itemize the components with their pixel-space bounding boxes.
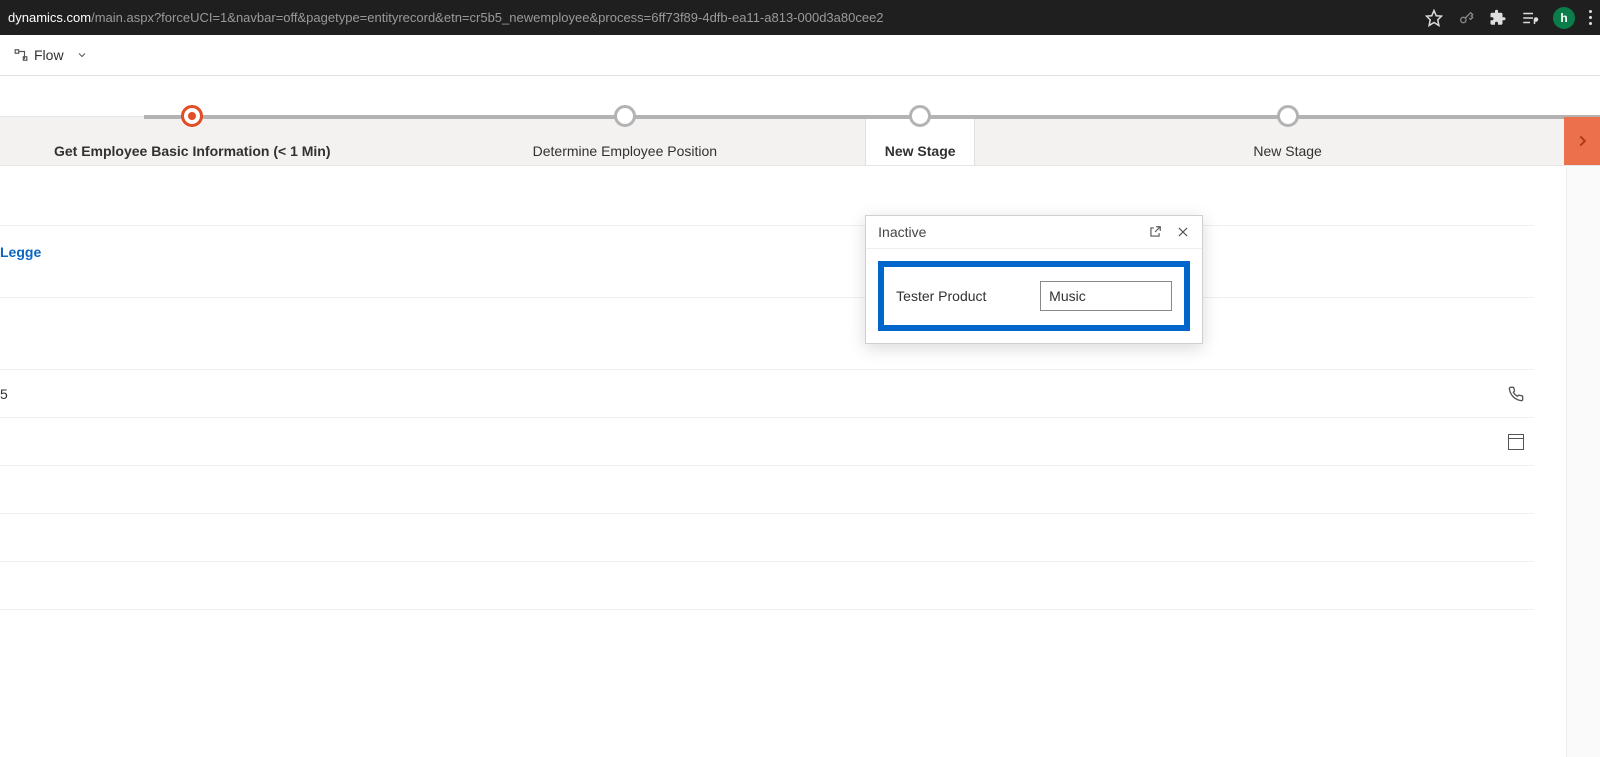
stage-circle-icon (1277, 105, 1299, 127)
flyout-status-label: Inactive (878, 224, 926, 240)
browser-url[interactable]: dynamics.com/main.aspx?forceUCI=1&navbar… (8, 10, 1405, 25)
stage-connector (1288, 115, 1600, 119)
form-row[interactable] (0, 562, 1534, 610)
stage-label: New Stage (1253, 143, 1321, 159)
record-form: Legge 5 (0, 166, 1600, 706)
form-row-link[interactable]: Legge (0, 226, 1534, 298)
stage-label: Determine Employee Position (533, 143, 717, 159)
stage-bar: Get Employee Basic Information (< 1 Min)… (0, 116, 1600, 166)
form-row[interactable] (0, 610, 1534, 706)
phone-icon[interactable] (1508, 386, 1524, 402)
browser-menu-kebab-icon[interactable] (1589, 10, 1592, 25)
stage-label: Get Employee Basic Information (< 1 Min) (54, 143, 331, 159)
stage-flyout: Inactive Tester Product (865, 215, 1203, 344)
owner-link[interactable]: Legge (0, 244, 41, 260)
flow-menu-button[interactable]: Flow (6, 43, 96, 67)
extensions-puzzle-icon[interactable] (1489, 9, 1507, 27)
close-icon[interactable] (1176, 225, 1190, 239)
form-row[interactable] (0, 466, 1534, 514)
chevron-down-icon (76, 49, 88, 61)
browser-address-bar: dynamics.com/main.aspx?forceUCI=1&navbar… (0, 0, 1600, 35)
form-row[interactable] (0, 514, 1534, 562)
flyout-header: Inactive (866, 216, 1202, 249)
form-row (0, 166, 1534, 226)
flyout-body: Tester Product (866, 249, 1202, 343)
url-path: /main.aspx?forceUCI=1&navbar=off&pagetyp… (91, 10, 883, 25)
stage-get-employee-basic-info[interactable]: Get Employee Basic Information (< 1 Min) (0, 117, 385, 165)
form-row-phone[interactable]: 5 (0, 370, 1534, 418)
stage-connector (144, 115, 625, 119)
browser-toolbar-icons: h (1425, 7, 1592, 29)
stage-circle-icon (614, 105, 636, 127)
stage-label: New Stage (885, 143, 956, 159)
tester-product-input[interactable] (1040, 281, 1172, 311)
business-process-flow: Get Employee Basic Information (< 1 Min)… (0, 76, 1600, 166)
key-icon[interactable] (1457, 9, 1475, 27)
playlist-icon[interactable] (1521, 9, 1539, 27)
stage-circle-icon (909, 105, 931, 127)
calendar-icon[interactable] (1508, 434, 1524, 450)
phone-value: 5 (0, 386, 8, 402)
bookmark-star-icon[interactable] (1425, 9, 1443, 27)
highlighted-field-frame: Tester Product (878, 261, 1190, 331)
stage-new-stage-4[interactable]: New Stage (975, 117, 1600, 165)
popout-icon[interactable] (1148, 225, 1162, 239)
stage-determine-employee-position[interactable]: Determine Employee Position (385, 117, 866, 165)
stage-circle-active-icon (181, 105, 203, 127)
avatar-letter: h (1560, 11, 1567, 25)
user-avatar[interactable]: h (1553, 7, 1575, 29)
tester-product-label: Tester Product (896, 288, 1026, 304)
flow-label: Flow (34, 47, 64, 63)
stage-new-stage-active[interactable]: New Stage Inactive (865, 117, 975, 165)
url-domain: dynamics.com (8, 10, 91, 25)
flow-icon (14, 48, 28, 62)
next-stage-arrow-button[interactable] (1564, 117, 1600, 165)
stage-connector (881, 115, 1287, 119)
form-row-date[interactable] (0, 418, 1534, 466)
form-row[interactable] (0, 298, 1534, 370)
command-bar: Flow (0, 35, 1600, 76)
